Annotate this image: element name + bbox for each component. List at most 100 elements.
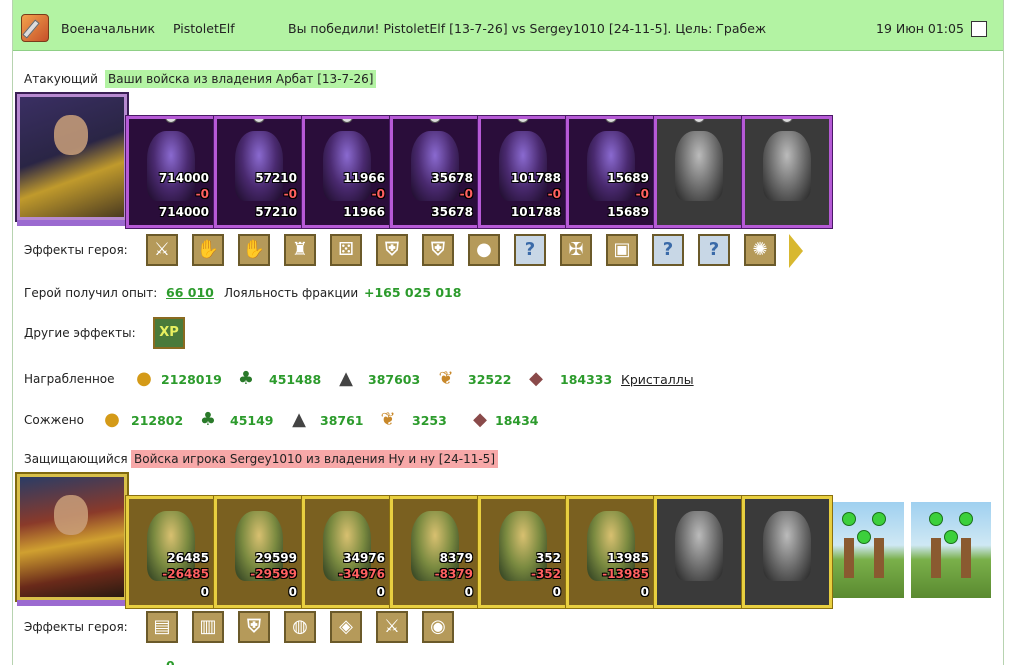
unit-slot[interactable]: 57210 -0 57210 bbox=[214, 116, 304, 228]
unit-remaining: 714000 bbox=[158, 205, 209, 219]
defender-effects-label: Эффекты героя: bbox=[24, 620, 128, 634]
defender-label: Защищающийся bbox=[24, 452, 128, 466]
exp-value[interactable]: 66 010 bbox=[166, 285, 214, 300]
loyalty-label: Лояльность фракции bbox=[224, 286, 359, 300]
crystal-icon: ◆ bbox=[529, 368, 543, 389]
unit-slot[interactable]: 35678 -0 35678 bbox=[390, 116, 480, 228]
unit-slot[interactable] bbox=[654, 496, 744, 608]
unit-slot[interactable]: 29599 -29599 0 bbox=[214, 496, 304, 608]
shield-icon[interactable]: ⛨ bbox=[238, 611, 270, 643]
unit-remaining: 0 bbox=[640, 585, 649, 599]
resource-value: 2128019 bbox=[161, 372, 222, 387]
unit-image bbox=[147, 131, 195, 201]
unit-image bbox=[323, 131, 371, 201]
unit-slot[interactable]: 11966 -0 11966 bbox=[302, 116, 392, 228]
armor-icon[interactable]: ▣ bbox=[606, 234, 638, 266]
crest-icon[interactable]: ✠ bbox=[560, 234, 592, 266]
resource-value: 18434 bbox=[495, 413, 539, 428]
defense-tower-image[interactable] bbox=[824, 502, 904, 598]
battle-report: Военачальник PistoletElf Вы победили! Pi… bbox=[12, 0, 1004, 665]
unit-count: 714000 bbox=[158, 171, 209, 185]
unit-slot[interactable]: 34976 -34976 0 bbox=[302, 496, 392, 608]
unit-loss: -8379 bbox=[434, 567, 473, 581]
question-icon[interactable]: ? bbox=[514, 234, 546, 266]
effects-scroll-arrow-icon[interactable] bbox=[789, 234, 803, 268]
resource-value: 212802 bbox=[131, 413, 184, 428]
question-icon[interactable]: ? bbox=[652, 234, 684, 266]
building-icon[interactable]: ▥ bbox=[192, 611, 224, 643]
loyalty-value: +165 025 018 bbox=[364, 285, 462, 300]
defender-hero-portrait[interactable] bbox=[17, 474, 127, 606]
other-effects-label: Другие эффекты: bbox=[24, 326, 136, 340]
round-shield-icon[interactable]: ◉ bbox=[422, 611, 454, 643]
castle-icon[interactable]: ♜ bbox=[284, 234, 316, 266]
unit-slot[interactable]: 8379 -8379 0 bbox=[390, 496, 480, 608]
unit-slot[interactable]: 26485 -26485 0 bbox=[126, 496, 216, 608]
dice-icon[interactable]: ⚄ bbox=[330, 234, 362, 266]
unit-remaining: 11966 bbox=[343, 205, 385, 219]
player-name[interactable]: PistoletElf bbox=[173, 21, 235, 36]
crystal-icon: ◆ bbox=[473, 409, 487, 430]
question-icon[interactable]: ? bbox=[698, 234, 730, 266]
unit-slot[interactable]: 101788 -0 101788 bbox=[478, 116, 568, 228]
resource-value: 184333 bbox=[560, 372, 613, 387]
skull-icon bbox=[253, 119, 265, 123]
xp-bonus-icon[interactable]: XP bbox=[153, 317, 185, 349]
gold-icon: ● bbox=[136, 368, 152, 389]
unit-slot[interactable]: 13985 -13985 0 bbox=[566, 496, 656, 608]
hero-level-bar bbox=[17, 600, 127, 606]
ore-icon: ▲ bbox=[339, 368, 353, 389]
attacker-hero-portrait[interactable] bbox=[17, 94, 127, 226]
unit-remaining: 57210 bbox=[255, 205, 297, 219]
unit-remaining: 0 bbox=[288, 585, 297, 599]
shield-hand-icon[interactable]: ⛨ bbox=[422, 234, 454, 266]
unit-slot[interactable]: 352 -352 0 bbox=[478, 496, 568, 608]
unit-count: 34976 bbox=[343, 551, 385, 565]
crystals-link[interactable]: Кристаллы bbox=[621, 372, 694, 387]
shield-icon[interactable]: ⛨ bbox=[376, 234, 408, 266]
unit-remaining: 0 bbox=[464, 585, 473, 599]
unit-image bbox=[675, 511, 723, 581]
skull-icon bbox=[605, 119, 617, 123]
report-header: Военачальник PistoletElf Вы победили! Pi… bbox=[13, 0, 1003, 51]
unit-slot[interactable]: 714000 -0 714000 bbox=[126, 116, 216, 228]
hand-icon[interactable]: ✋ bbox=[238, 234, 270, 266]
coins-icon[interactable]: ● bbox=[468, 234, 500, 266]
hero-face bbox=[54, 495, 88, 535]
unit-slot[interactable]: 15689 -0 15689 bbox=[566, 116, 656, 228]
unit-image bbox=[587, 131, 635, 201]
unit-slot[interactable] bbox=[742, 496, 832, 608]
unit-image bbox=[763, 511, 811, 581]
unit-remaining: 15689 bbox=[607, 205, 649, 219]
unit-count: 11966 bbox=[343, 171, 385, 185]
unit-slot[interactable] bbox=[654, 116, 744, 228]
plunder-label: Награбленное bbox=[24, 372, 115, 386]
amulet-icon[interactable]: ◈ bbox=[330, 611, 362, 643]
unit-slot[interactable] bbox=[742, 116, 832, 228]
unit-count: 352 bbox=[535, 551, 561, 565]
battle-summary[interactable]: Вы победили! PistoletElf [13-7-26] vs Se… bbox=[288, 21, 766, 36]
sulfur-icon: ❦ bbox=[380, 409, 396, 430]
chest-icon[interactable]: ▤ bbox=[146, 611, 178, 643]
handshake-icon[interactable]: ✋ bbox=[192, 234, 224, 266]
unit-count: 35678 bbox=[431, 171, 473, 185]
unit-remaining: 101788 bbox=[510, 205, 561, 219]
unit-image bbox=[499, 131, 547, 201]
unit-remaining: 0 bbox=[376, 585, 385, 599]
unit-loss: -13985 bbox=[602, 567, 649, 581]
unit-loss: -26485 bbox=[162, 567, 209, 581]
sword-icon[interactable]: ⚔ bbox=[146, 234, 178, 266]
barrel-icon[interactable]: ◍ bbox=[284, 611, 316, 643]
skull-icon bbox=[781, 119, 793, 123]
scroll-icon[interactable]: ✺ bbox=[744, 234, 776, 266]
select-checkbox[interactable] bbox=[971, 21, 987, 37]
gold-icon: ● bbox=[104, 409, 120, 430]
sulfur-icon: ❦ bbox=[438, 368, 454, 389]
unit-loss: -0 bbox=[371, 187, 385, 201]
sword-icon[interactable]: ⚔ bbox=[376, 611, 408, 643]
unit-count: 29599 bbox=[255, 551, 297, 565]
resource-value: 451488 bbox=[269, 372, 322, 387]
skull-icon bbox=[517, 119, 529, 123]
unit-count: 26485 bbox=[167, 551, 209, 565]
defense-tower-image[interactable] bbox=[911, 502, 991, 598]
